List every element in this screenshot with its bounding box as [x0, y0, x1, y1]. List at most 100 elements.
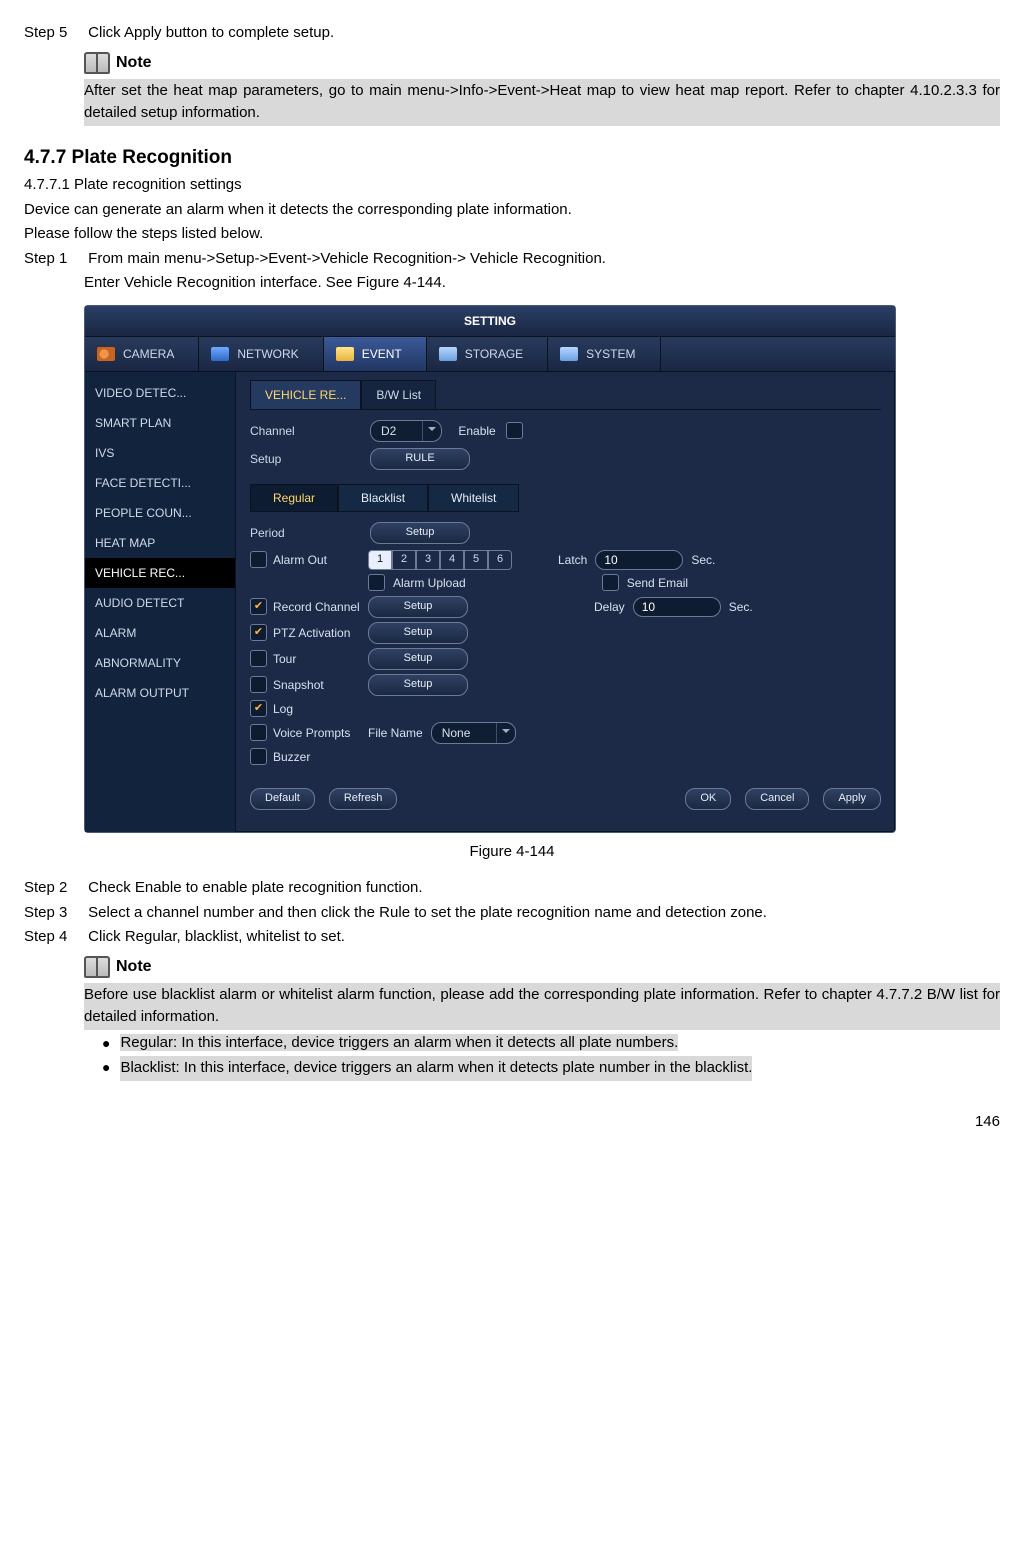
- seg-1[interactable]: 1: [368, 550, 392, 570]
- step-1-line2: Enter Vehicle Recognition interface. See…: [84, 272, 1000, 295]
- sec-label: Sec.: [729, 598, 753, 616]
- ptz-setup-button[interactable]: Setup: [368, 622, 468, 644]
- voice-checkbox[interactable]: [250, 724, 267, 741]
- tour-setup-button[interactable]: Setup: [368, 648, 468, 670]
- tab-label: STORAGE: [465, 345, 523, 363]
- seg-6[interactable]: 6: [488, 550, 512, 570]
- step-text: Select a channel number and then click t…: [88, 902, 996, 925]
- figure-caption: Figure 4-144: [24, 841, 1000, 864]
- tab-network[interactable]: NETWORK: [199, 337, 323, 371]
- alarm-upload-label: Alarm Upload: [393, 574, 466, 592]
- apply-button[interactable]: Apply: [823, 788, 881, 810]
- note-label: Note: [116, 955, 152, 979]
- seg-5[interactable]: 5: [464, 550, 488, 570]
- note-text: Before use blacklist alarm or whitelist …: [84, 983, 1000, 1030]
- sec-label: Sec.: [691, 551, 715, 569]
- cancel-button[interactable]: Cancel: [745, 788, 809, 810]
- send-email-checkbox[interactable]: [602, 574, 619, 591]
- channel-label: Channel: [250, 422, 360, 440]
- note-icon: [84, 52, 110, 74]
- sidebar-item-vehicle-rec[interactable]: VEHICLE REC...: [85, 558, 235, 588]
- step-text: From main menu->Setup->Event->Vehicle Re…: [88, 248, 996, 271]
- subtab-regular[interactable]: Regular: [250, 484, 338, 512]
- enable-label: Enable: [458, 422, 495, 440]
- camera-icon: [97, 347, 115, 361]
- step-number: Step 2: [24, 877, 84, 900]
- alarm-out-channels: 1 2 3 4 5 6: [368, 550, 512, 570]
- subtab-whitelist[interactable]: Whitelist: [428, 484, 519, 512]
- intro-line: Device can generate an alarm when it det…: [24, 199, 1000, 222]
- period-setup-button[interactable]: Setup: [370, 522, 470, 544]
- seg-3[interactable]: 3: [416, 550, 440, 570]
- sidebar-item[interactable]: ABNORMALITY: [85, 648, 235, 678]
- tour-label: Tour: [273, 650, 296, 668]
- period-label: Period: [250, 524, 360, 542]
- sidebar-item[interactable]: AUDIO DETECT: [85, 588, 235, 618]
- storage-icon: [439, 347, 457, 361]
- record-channel-label: Record Channel: [273, 598, 360, 616]
- note-block-2: Note Before use blacklist alarm or white…: [84, 955, 1000, 1081]
- subsection-heading: 4.7.7.1 Plate recognition settings: [24, 174, 1000, 197]
- enable-checkbox[interactable]: [506, 422, 523, 439]
- window-title: SETTING: [85, 306, 895, 337]
- ptz-checkbox[interactable]: [250, 624, 267, 641]
- record-channel-checkbox[interactable]: [250, 598, 267, 615]
- step-number: Step 3: [24, 902, 84, 925]
- note-label: Note: [116, 51, 152, 75]
- tab-label: SYSTEM: [586, 345, 635, 363]
- filename-value: None: [432, 724, 497, 742]
- default-button[interactable]: Default: [250, 788, 315, 810]
- latch-label: Latch: [558, 551, 587, 569]
- step-text: Check Enable to enable plate recognition…: [88, 877, 996, 900]
- tab-camera[interactable]: CAMERA: [85, 337, 199, 371]
- tour-checkbox[interactable]: [250, 650, 267, 667]
- main-tabs: CAMERA NETWORK EVENT STORAGE SYSTEM: [85, 337, 895, 372]
- snapshot-setup-button[interactable]: Setup: [368, 674, 468, 696]
- ptz-label: PTZ Activation: [273, 624, 350, 642]
- seg-2[interactable]: 2: [392, 550, 416, 570]
- refresh-button[interactable]: Refresh: [329, 788, 398, 810]
- tab-system[interactable]: SYSTEM: [548, 337, 660, 371]
- latch-input[interactable]: 10: [595, 550, 683, 570]
- content-tab-vehicle[interactable]: VEHICLE RE...: [250, 380, 361, 409]
- sidebar-item[interactable]: PEOPLE COUN...: [85, 498, 235, 528]
- filename-select[interactable]: None: [431, 722, 517, 744]
- sidebar-item[interactable]: ALARM: [85, 618, 235, 648]
- system-icon: [560, 347, 578, 361]
- delay-label: Delay: [594, 598, 625, 616]
- content-tab-bwlist[interactable]: B/W List: [361, 380, 436, 409]
- snapshot-checkbox[interactable]: [250, 676, 267, 693]
- section-heading: 4.7.7 Plate Recognition: [24, 144, 1000, 173]
- sidebar-item[interactable]: SMART PLAN: [85, 408, 235, 438]
- log-checkbox[interactable]: [250, 700, 267, 717]
- alarm-upload-checkbox[interactable]: [368, 574, 385, 591]
- tab-event[interactable]: EVENT: [324, 337, 427, 371]
- seg-4[interactable]: 4: [440, 550, 464, 570]
- delay-input[interactable]: 10: [633, 597, 721, 617]
- step-number: Step 5: [24, 22, 84, 45]
- sidebar-item[interactable]: VIDEO DETEC...: [85, 378, 235, 408]
- ok-button[interactable]: OK: [685, 788, 731, 810]
- figure-screenshot: SETTING CAMERA NETWORK EVENT STORAGE SYS…: [84, 305, 1000, 833]
- step-1: Step 1 From main menu->Setup->Event->Veh…: [24, 248, 1000, 271]
- alarmout-label: Alarm Out: [273, 551, 327, 569]
- event-icon: [336, 347, 354, 361]
- buzzer-checkbox[interactable]: [250, 748, 267, 765]
- setup-label: Setup: [250, 450, 360, 468]
- setting-window: SETTING CAMERA NETWORK EVENT STORAGE SYS…: [84, 305, 896, 833]
- bullet-regular: ● Regular: In this interface, device tri…: [102, 1032, 1000, 1055]
- sidebar-item[interactable]: IVS: [85, 438, 235, 468]
- subtab-blacklist[interactable]: Blacklist: [338, 484, 428, 512]
- rule-button[interactable]: RULE: [370, 448, 470, 470]
- sidebar-item[interactable]: ALARM OUTPUT: [85, 678, 235, 708]
- sidebar-item[interactable]: FACE DETECTI...: [85, 468, 235, 498]
- sidebar-item[interactable]: HEAT MAP: [85, 528, 235, 558]
- alarmout-checkbox[interactable]: [250, 551, 267, 568]
- record-setup-button[interactable]: Setup: [368, 596, 468, 618]
- intro-line: Please follow the steps listed below.: [24, 223, 1000, 246]
- step-5: Step 5 Click Apply button to complete se…: [24, 22, 1000, 45]
- channel-select[interactable]: D2: [370, 420, 442, 442]
- step-text: Click Apply button to complete setup.: [88, 22, 996, 45]
- chevron-down-icon: [496, 723, 515, 743]
- tab-storage[interactable]: STORAGE: [427, 337, 548, 371]
